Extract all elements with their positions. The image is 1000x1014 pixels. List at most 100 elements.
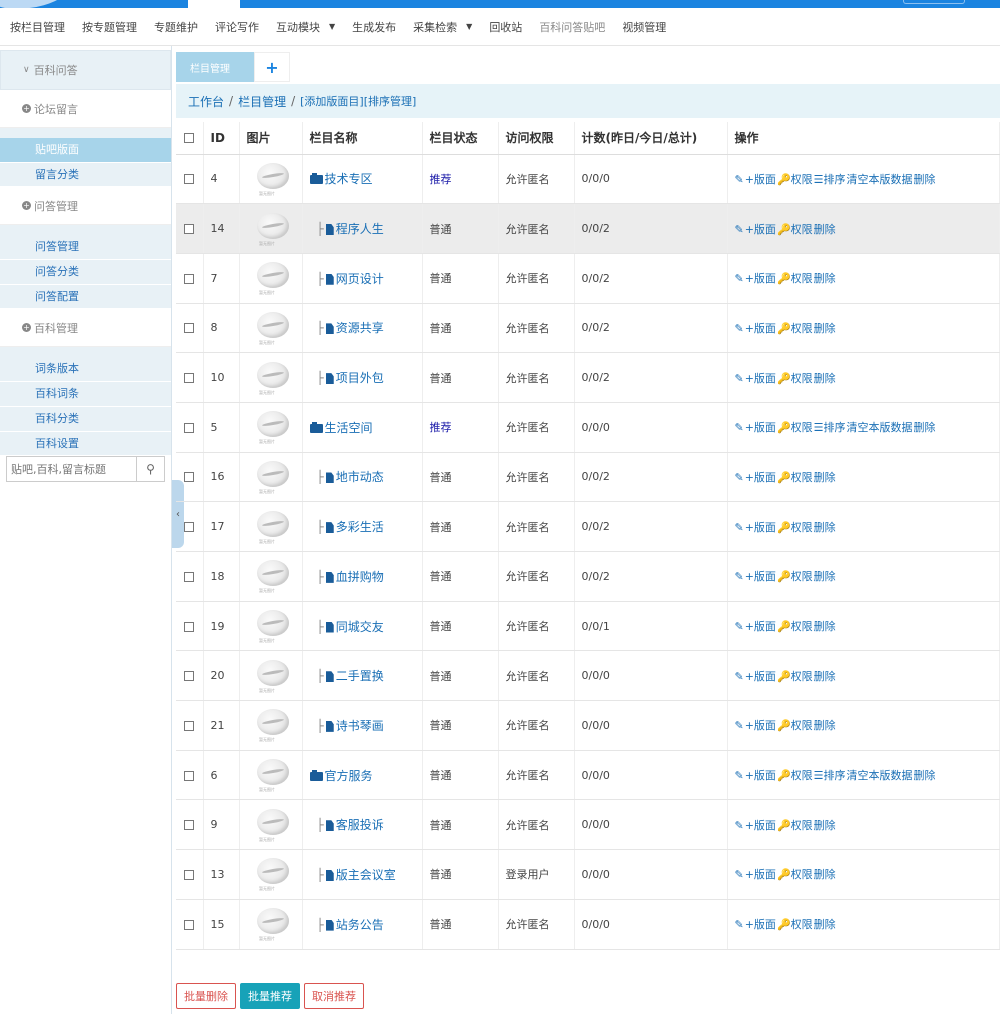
row-action[interactable]: ✎ <box>735 719 744 732</box>
row-action[interactable]: ✎ <box>735 421 744 434</box>
row-checkbox[interactable] <box>184 174 194 185</box>
row-checkbox[interactable] <box>184 323 194 334</box>
row-name-cell[interactable]: ├ 程序人生 <box>302 203 423 254</box>
row-name[interactable]: 客服投诉 <box>336 818 384 832</box>
table-row[interactable]: 5 暂无图片 生活空间 推荐 允许匿名 0/0/0 ✎+版面🔑权限☰排序清空本版数据删除 <box>176 402 1000 453</box>
row-action[interactable]: 🔑权限 <box>777 471 813 484</box>
table-row[interactable]: 9 暂无图片 ├ 客服投诉 普通 允许匿名 0/0/0 ✎+版面🔑权限删除 <box>176 799 1000 851</box>
sidebar-item[interactable]: 问答管理 <box>0 235 171 261</box>
row-action[interactable]: ✎ <box>735 918 744 931</box>
row-name[interactable]: 官方服务 <box>325 769 373 783</box>
row-action[interactable]: +版面 <box>745 322 776 335</box>
subnav-item[interactable]: 专题维护 <box>154 19 198 35</box>
row-name-cell[interactable]: ├ 同城交友 <box>302 601 423 652</box>
sort-management-link[interactable]: [排序管理] <box>364 93 417 109</box>
row-checkbox[interactable] <box>184 472 194 483</box>
row-name-cell[interactable]: ├ 站务公告 <box>302 899 423 950</box>
row-action[interactable]: 删除 <box>814 521 836 534</box>
row-action[interactable]: ✎ <box>735 570 744 583</box>
subnav-item[interactable]: 互动模块 <box>276 19 320 35</box>
row-action[interactable]: +版面 <box>745 272 776 285</box>
subnav-item[interactable]: 视频管理 <box>622 19 666 35</box>
dropdown-caret-icon[interactable]: ▼ <box>466 22 472 31</box>
subnav-item[interactable]: 回收站 <box>489 19 522 35</box>
row-name[interactable]: 项目外包 <box>336 371 384 385</box>
row-name-cell[interactable]: 生活空间 <box>302 402 423 453</box>
table-row[interactable]: 15 暂无图片 ├ 站务公告 普通 允许匿名 0/0/0 ✎+版面🔑权限删除 <box>176 899 1000 950</box>
row-action[interactable]: 清空本版数据 <box>847 173 913 186</box>
row-name[interactable]: 版主会议室 <box>336 868 396 882</box>
subnav-item[interactable]: 采集检索 <box>413 19 457 35</box>
row-action[interactable]: ✎ <box>735 173 744 186</box>
row-action[interactable]: +版面 <box>745 719 776 732</box>
row-action[interactable]: 🔑权限 <box>777 173 813 186</box>
sidebar-group[interactable]: + 问答管理 <box>0 187 171 226</box>
row-action[interactable]: 删除 <box>814 272 836 285</box>
search-input[interactable] <box>7 457 136 482</box>
row-action[interactable]: 🔑权限 <box>777 620 813 633</box>
row-checkbox[interactable] <box>184 869 194 880</box>
row-name-cell[interactable]: ├ 诗书琴画 <box>302 700 423 751</box>
row-action[interactable]: ✎ <box>735 223 744 236</box>
sidebar-item[interactable]: 留言分类 <box>0 162 171 188</box>
row-name-cell[interactable]: ├ 血拼购物 <box>302 551 423 602</box>
row-action[interactable]: 删除 <box>814 223 836 236</box>
row-action[interactable]: 🔑权限 <box>777 223 813 236</box>
batch-recommend-button[interactable]: 批量推荐 <box>240 983 300 1009</box>
row-name[interactable]: 生活空间 <box>325 421 373 435</box>
row-action[interactable]: ☰排序 <box>814 173 846 186</box>
row-action[interactable]: 删除 <box>814 372 836 385</box>
row-action[interactable]: 删除 <box>814 570 836 583</box>
top-right-button[interactable] <box>903 0 965 4</box>
row-action[interactable]: +版面 <box>745 421 776 434</box>
row-action[interactable]: ✎ <box>735 620 744 633</box>
search-icon[interactable]: ⚲ <box>136 457 164 482</box>
table-row[interactable]: 6 暂无图片 官方服务 普通 允许匿名 0/0/0 ✎+版面🔑权限☰排序清空本版数据删除 <box>176 750 1000 801</box>
top-nav-active-tab[interactable] <box>188 0 240 8</box>
subnav-item[interactable]: 评论写作 <box>215 19 259 35</box>
row-action[interactable]: +版面 <box>745 620 776 633</box>
row-action[interactable]: 🔑权限 <box>777 819 813 832</box>
table-row[interactable]: 8 暂无图片 ├ 资源共享 普通 允许匿名 0/0/2 ✎+版面🔑权限删除 <box>176 303 1000 354</box>
row-action[interactable]: +版面 <box>745 918 776 931</box>
row-checkbox[interactable] <box>184 770 194 781</box>
row-action[interactable]: 删除 <box>814 868 836 881</box>
row-name[interactable]: 资源共享 <box>336 321 384 335</box>
row-action[interactable]: ✎ <box>735 670 744 683</box>
row-action[interactable]: +版面 <box>745 819 776 832</box>
row-action[interactable]: +版面 <box>745 521 776 534</box>
sidebar-item[interactable]: 问答配置 <box>0 284 171 310</box>
table-row[interactable]: 17 暂无图片 ├ 多彩生活 普通 允许匿名 0/0/2 ✎+版面🔑权限删除 <box>176 501 1000 552</box>
table-row[interactable]: 18 暂无图片 ├ 血拼购物 普通 允许匿名 0/0/2 ✎+版面🔑权限删除 <box>176 551 1000 602</box>
row-action[interactable]: +版面 <box>745 570 776 583</box>
row-name[interactable]: 技术专区 <box>325 172 373 186</box>
row-action[interactable]: ✎ <box>735 819 744 832</box>
dropdown-caret-icon[interactable]: ▼ <box>329 22 335 31</box>
row-action[interactable]: 删除 <box>814 719 836 732</box>
row-name-cell[interactable]: ├ 多彩生活 <box>302 501 423 552</box>
row-name-cell[interactable]: ├ 版主会议室 <box>302 849 423 900</box>
row-checkbox[interactable] <box>184 820 194 831</box>
row-action[interactable]: 🔑权限 <box>777 521 813 534</box>
subnav-item[interactable]: 按栏目管理 <box>10 19 65 35</box>
row-checkbox[interactable] <box>184 422 194 433</box>
tab-add-button[interactable]: + <box>254 52 290 82</box>
breadcrumb-section[interactable]: 栏目管理 <box>238 93 286 110</box>
row-action[interactable]: +版面 <box>745 868 776 881</box>
row-action[interactable]: ✎ <box>735 372 744 385</box>
row-action[interactable]: 🔑权限 <box>777 421 813 434</box>
row-checkbox[interactable] <box>184 621 194 632</box>
row-action[interactable]: 🔑权限 <box>777 719 813 732</box>
row-action[interactable]: 🔑权限 <box>777 372 813 385</box>
row-name-cell[interactable]: ├ 网页设计 <box>302 253 423 304</box>
sidebar-item[interactable]: 贴吧版面 <box>0 138 171 163</box>
table-row[interactable]: 14 暂无图片 ├ 程序人生 普通 允许匿名 0/0/2 ✎+版面🔑权限删除 <box>176 203 1000 254</box>
row-action[interactable]: ✎ <box>735 769 744 782</box>
tab-column-management[interactable]: 栏目管理 <box>176 52 254 82</box>
row-action[interactable]: 🔑权限 <box>777 272 813 285</box>
row-action[interactable]: 删除 <box>814 620 836 633</box>
row-action[interactable]: +版面 <box>745 769 776 782</box>
row-name[interactable]: 站务公告 <box>336 918 384 932</box>
row-name[interactable]: 二手置换 <box>336 669 384 683</box>
row-action[interactable]: 🔑权限 <box>777 769 813 782</box>
